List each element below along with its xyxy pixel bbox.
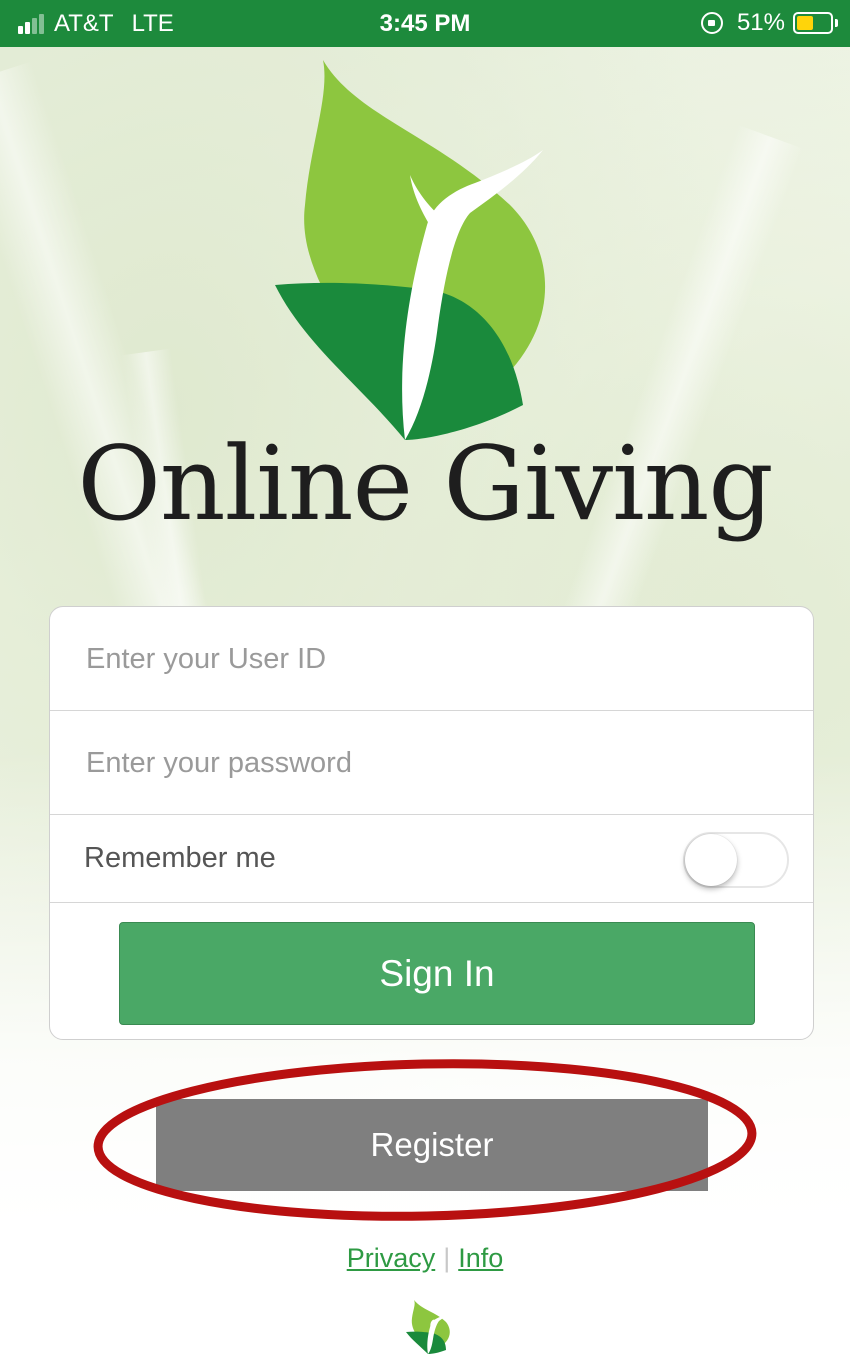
footer-leaf-logo — [406, 1300, 451, 1354]
privacy-link[interactable]: Privacy — [347, 1243, 436, 1273]
remember-me-label: Remember me — [84, 842, 276, 874]
remember-me-row: Remember me — [50, 815, 813, 903]
info-link[interactable]: Info — [458, 1243, 503, 1273]
remember-me-toggle[interactable] — [683, 832, 789, 888]
toggle-knob — [685, 834, 737, 886]
battery-fill — [797, 16, 813, 30]
battery-nub — [835, 19, 838, 27]
user-id-input[interactable] — [84, 607, 778, 712]
status-bar: AT&T LTE 3:45 PM 51% — [0, 0, 850, 47]
footer-links: Privacy | Info — [0, 1243, 850, 1274]
sign-in-button[interactable]: Sign In — [119, 922, 755, 1025]
password-input[interactable] — [84, 711, 778, 816]
login-card: Remember me Sign In — [49, 606, 814, 1040]
leaf-person-logo — [275, 60, 546, 440]
battery-icon — [793, 12, 833, 34]
password-row — [50, 711, 813, 816]
orientation-lock-icon — [700, 12, 723, 34]
footer-separator: | — [443, 1243, 451, 1273]
user-id-row — [50, 607, 813, 712]
battery-percent: 51% — [736, 9, 785, 36]
status-bar-right: 51% — [700, 9, 838, 37]
register-button[interactable]: Register — [156, 1099, 708, 1191]
brand-title: Online Giving — [77, 425, 773, 544]
